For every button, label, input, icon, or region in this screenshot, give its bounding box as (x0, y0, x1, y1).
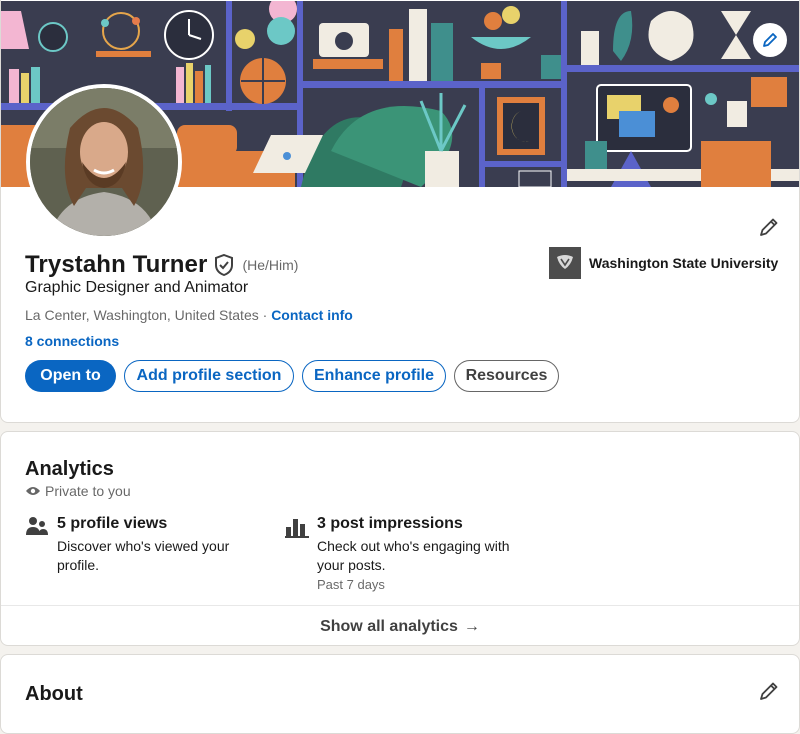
analytics-card: Analytics Private to you 5 profile views… (0, 431, 800, 646)
metric-description: Check out who's engaging with your posts… (317, 538, 510, 573)
university-logo (549, 247, 581, 279)
add-profile-section-button[interactable]: Add profile section (124, 360, 294, 392)
profile-photo[interactable] (26, 84, 182, 240)
metric-title: 5 profile views (57, 515, 168, 532)
about-card: About (0, 654, 800, 734)
eye-icon (26, 487, 40, 495)
location-separator: · (258, 307, 272, 323)
metric-title: 3 post impressions (317, 515, 463, 532)
location-line: La Center, Washington, United States · C… (25, 307, 353, 323)
pronouns: (He/Him) (242, 257, 299, 273)
education-item[interactable]: Washington State University (549, 247, 778, 279)
profile-name: Trystahn Turner (25, 251, 208, 278)
university-logo-icon (557, 255, 573, 269)
headline: Graphic Designer and Animator (25, 279, 249, 296)
edit-intro-button[interactable] (757, 215, 781, 239)
people-icon (26, 517, 48, 535)
resources-button[interactable]: Resources (454, 360, 559, 392)
open-to-button[interactable]: Open to (25, 360, 116, 392)
analytics-title: Analytics (25, 458, 114, 480)
metric-description: Discover who's viewed your profile. (57, 538, 230, 573)
verified-shield-icon[interactable] (214, 254, 234, 276)
enhance-profile-button[interactable]: Enhance profile (302, 360, 446, 392)
show-all-label: Show all analytics (320, 618, 458, 635)
arrow-right-icon: → (463, 618, 480, 635)
location: La Center, Washington, United States (25, 307, 259, 323)
profile-card: Trystahn Turner (He/Him) Graphic Designe… (0, 0, 800, 423)
pencil-icon (760, 682, 778, 700)
education-name: Washington State University (589, 255, 779, 271)
pencil-icon (760, 218, 778, 236)
connections-link[interactable]: 8 connections (25, 333, 119, 349)
bar-chart-icon (285, 519, 309, 538)
about-title: About (25, 683, 83, 705)
avatar-image (30, 88, 178, 236)
post-impressions-metric[interactable]: 3 post impressions Check out who's engag… (285, 515, 545, 595)
pencil-icon (763, 33, 777, 47)
privacy-text: Private to you (45, 483, 131, 499)
profile-views-metric[interactable]: 5 profile views Discover who's viewed yo… (25, 515, 265, 595)
name-row: Trystahn Turner (He/Him) (25, 251, 298, 279)
contact-info-link[interactable]: Contact info (271, 307, 353, 323)
metric-period: Past 7 days (317, 577, 385, 592)
edit-about-button[interactable] (757, 679, 781, 703)
privacy-note: Private to you (25, 483, 131, 499)
show-all-analytics-button[interactable]: Show all analytics → (1, 605, 799, 645)
edit-cover-button[interactable] (753, 23, 787, 57)
